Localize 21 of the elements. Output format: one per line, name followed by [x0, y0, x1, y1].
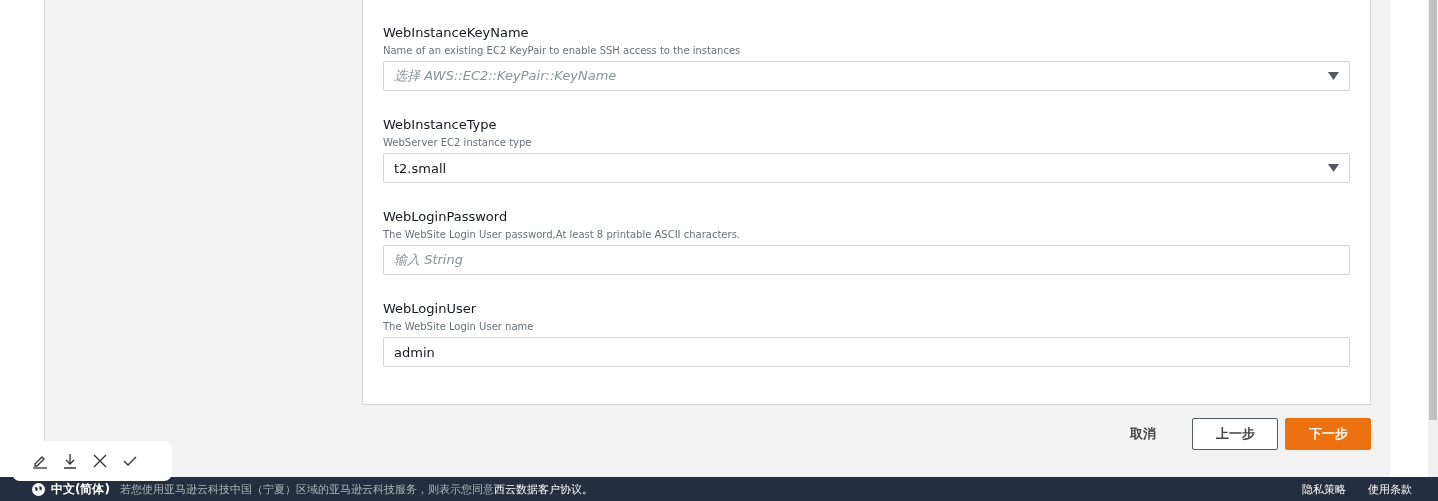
- field-description: The WebSite Login User name: [383, 320, 535, 333]
- field-description: WebServer EC2 instance type: [383, 136, 533, 149]
- field-description: Name of an existing EC2 KeyPair to enable SSH access to the instances: [383, 44, 742, 57]
- caret-icon: [1328, 164, 1339, 172]
- close-icon[interactable]: [92, 453, 108, 469]
- language-selector[interactable]: 中文(简体): [51, 480, 110, 498]
- select-field[interactable]: t2.small: [383, 153, 1350, 183]
- cancel-button[interactable]: 取消: [1124, 424, 1162, 444]
- field-description: The WebSite Login User password,At least 8 printable ASCII characters.: [383, 228, 742, 241]
- footer-notice: 若您使用亚马逊云科技中国（宁夏）区域的亚马逊云科技服务，则表示您同意西云数据客户协议。: [119, 481, 593, 497]
- previous-button[interactable]: 上一步: [1192, 418, 1278, 450]
- globe-icon: [32, 482, 45, 496]
- caret-icon: [1328, 72, 1339, 80]
- field-label: WebLoginUser: [383, 300, 478, 317]
- field-label: WebInstanceType: [383, 116, 498, 133]
- footer-link[interactable]: 使用条款: [1368, 481, 1412, 497]
- footer-link[interactable]: 隐私策略: [1302, 481, 1346, 497]
- field-label: WebLoginPassword: [383, 208, 509, 225]
- download-icon[interactable]: [62, 453, 78, 469]
- field-label: WebInstanceKeyName: [383, 24, 530, 41]
- input-field[interactable]: admin: [383, 337, 1350, 367]
